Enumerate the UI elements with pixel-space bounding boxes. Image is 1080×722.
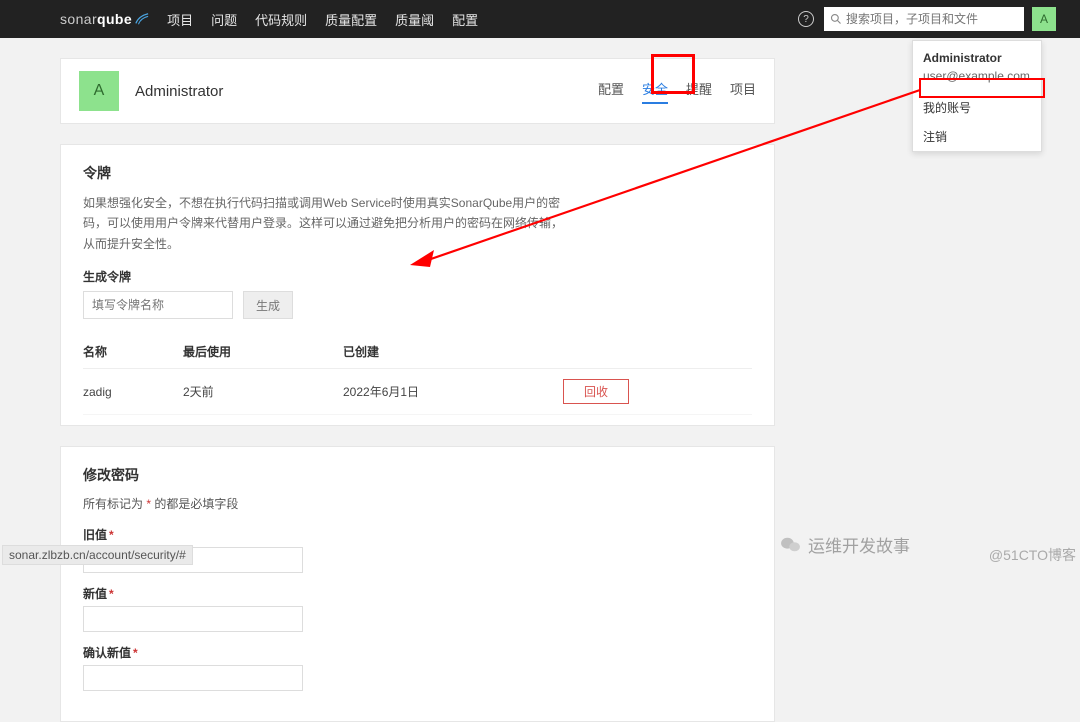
top-bar: sonarqube 项目 问题 代码规则 质量配置 质量阈 配置 ? A	[0, 0, 1080, 38]
user-menu-email: user@example.com	[923, 67, 1031, 85]
brand[interactable]: sonarqube	[60, 11, 149, 27]
nav-quality-gates[interactable]: 质量阈	[395, 10, 434, 29]
user-menu-name: Administrator	[923, 49, 1031, 67]
token-name-input[interactable]	[83, 291, 233, 319]
user-avatar[interactable]: A	[1032, 7, 1056, 31]
new-password-input[interactable]	[83, 606, 303, 632]
password-card: 修改密码 所有标记为 * 的都是必填字段 旧值* 新值* 确认新值*	[60, 446, 775, 722]
user-menu: Administrator user@example.com 我的账号 注销	[912, 40, 1042, 152]
confirm-password-input[interactable]	[83, 665, 303, 691]
status-bar-url: sonar.zlbzb.cn/account/security/#	[2, 545, 193, 565]
profile-header: A Administrator 配置 安全 提醒 项目	[60, 58, 775, 124]
col-created: 已创建	[343, 335, 563, 369]
search-icon	[830, 13, 842, 25]
watermark-wechat: 运维开发故事	[780, 532, 910, 557]
nav-rules[interactable]: 代码规则	[255, 10, 307, 29]
token-created: 2022年6月1日	[343, 369, 563, 415]
tab-security[interactable]: 安全	[642, 79, 668, 104]
search-box[interactable]	[824, 7, 1024, 31]
account-tabs: 配置 安全 提醒 项目	[598, 79, 756, 104]
token-name: zadig	[83, 369, 183, 415]
profile-avatar: A	[79, 71, 119, 111]
brand-swoosh-icon	[135, 12, 149, 26]
watermark-51cto: @51CTO博客	[989, 545, 1076, 565]
confirm-password-label: 确认新值*	[83, 646, 138, 660]
generate-button[interactable]: 生成	[243, 291, 293, 319]
generate-token-label: 生成令牌	[83, 268, 752, 285]
tokens-title: 令牌	[83, 163, 752, 183]
tab-notifications[interactable]: 提醒	[686, 79, 712, 104]
revoke-button[interactable]: 回收	[563, 379, 629, 404]
nav-quality-profiles[interactable]: 质量配置	[325, 10, 377, 29]
nav-projects[interactable]: 项目	[167, 10, 193, 29]
wechat-icon	[780, 536, 802, 554]
required-note: 所有标记为 * 的都是必填字段	[83, 495, 752, 512]
tokens-table: 名称 最后使用 已创建 zadig 2天前 2022年6月1日 回收	[83, 335, 752, 415]
menu-logout[interactable]: 注销	[913, 122, 1041, 151]
col-last-used: 最后使用	[183, 335, 343, 369]
search-input[interactable]	[846, 12, 1018, 26]
menu-my-account[interactable]: 我的账号	[913, 93, 1041, 122]
tokens-desc: 如果想强化安全，不想在执行代码扫描或调用Web Service时使用真实Sona…	[83, 193, 563, 254]
password-title: 修改密码	[83, 465, 752, 485]
old-password-label: 旧值*	[83, 528, 114, 542]
help-icon[interactable]: ?	[798, 11, 814, 27]
tokens-card: 令牌 如果想强化安全，不想在执行代码扫描或调用Web Service时使用真实S…	[60, 144, 775, 426]
tab-profile[interactable]: 配置	[598, 79, 624, 104]
col-name: 名称	[83, 335, 183, 369]
new-password-label: 新值*	[83, 587, 114, 601]
top-nav: 项目 问题 代码规则 质量配置 质量阈 配置	[167, 10, 478, 29]
nav-admin[interactable]: 配置	[452, 10, 478, 29]
token-last-used: 2天前	[183, 369, 343, 415]
tab-projects[interactable]: 项目	[730, 79, 756, 104]
profile-name: Administrator	[135, 83, 223, 100]
table-row: zadig 2天前 2022年6月1日 回收	[83, 369, 752, 415]
nav-issues[interactable]: 问题	[211, 10, 237, 29]
brand-name: sonarqube	[60, 11, 132, 27]
